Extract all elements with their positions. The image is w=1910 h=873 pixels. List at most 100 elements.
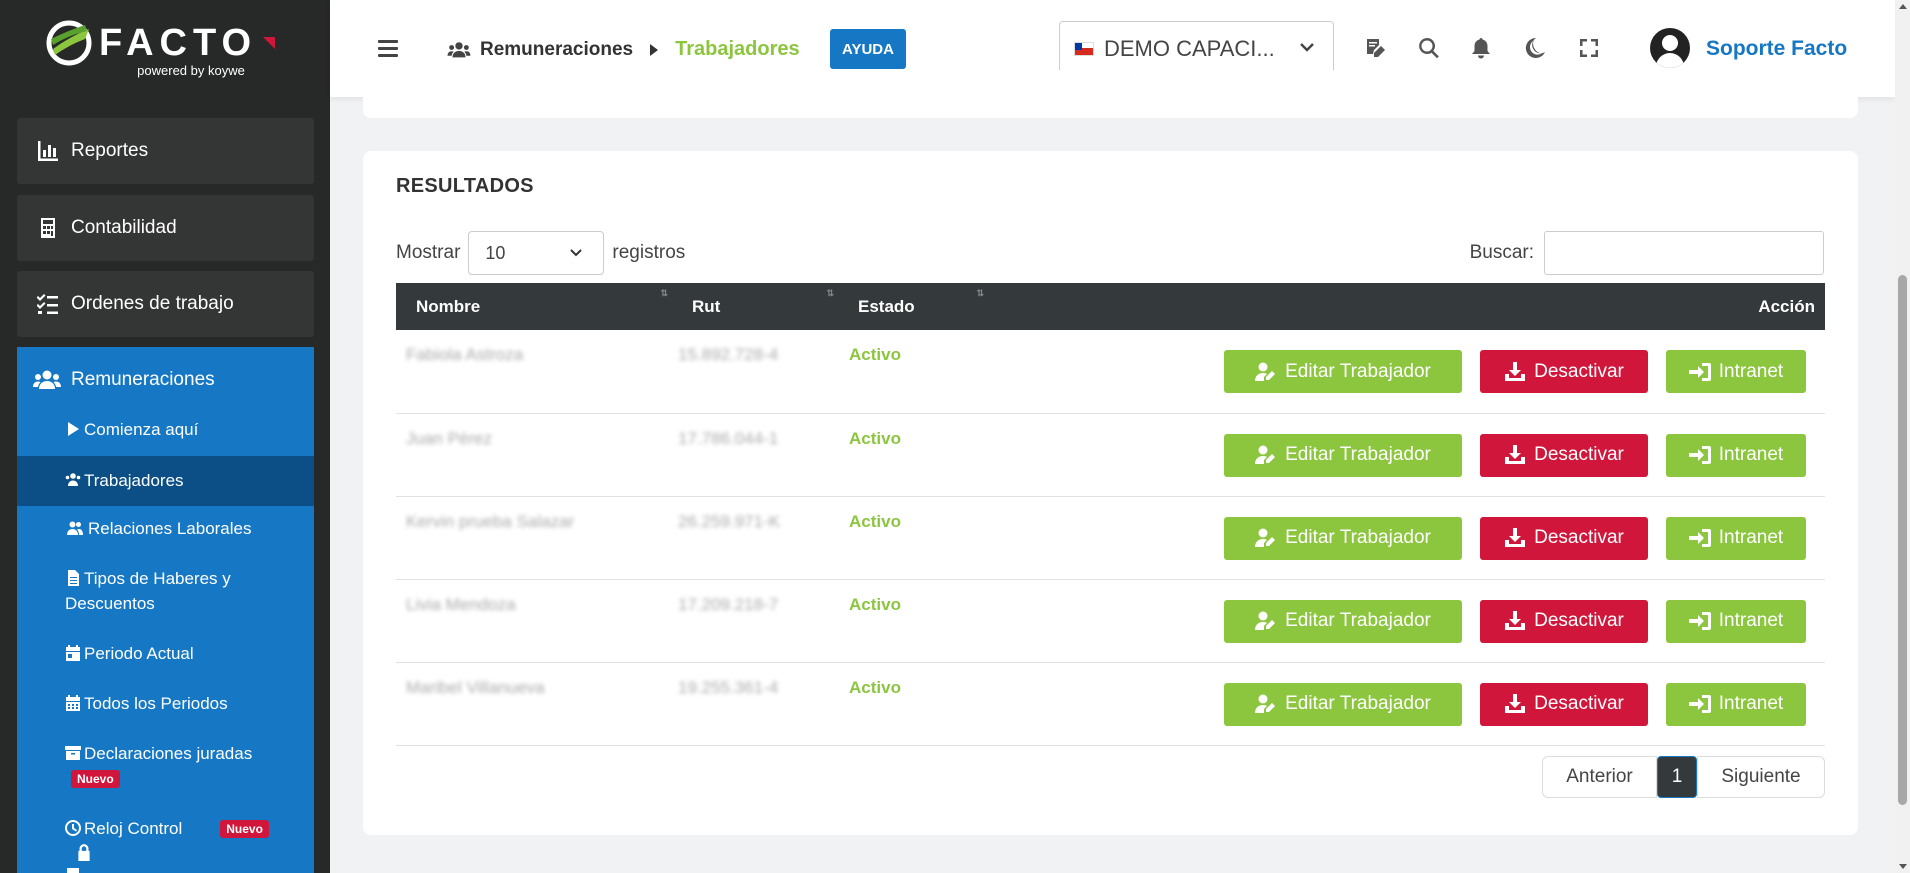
- bell-icon[interactable]: [1470, 37, 1492, 59]
- sidebar-subitem-more[interactable]: [17, 862, 314, 873]
- worker-name: Fabiola Astroza: [406, 345, 524, 364]
- sidebar-subitem-label: Comienza aquí: [84, 420, 199, 439]
- edit-worker-button[interactable]: Editar Trabajador: [1224, 599, 1462, 643]
- worker-name: Livia Mendoza: [406, 594, 516, 614]
- sidebar-subitem-label: Relaciones Laborales: [88, 519, 252, 538]
- avatar[interactable]: [1650, 28, 1690, 68]
- sidebar-subitem-relaciones[interactable]: Relaciones Laborales: [17, 516, 314, 541]
- edit-worker-button[interactable]: Editar Trabajador: [1224, 433, 1462, 477]
- intranet-button[interactable]: Intranet: [1666, 433, 1806, 477]
- deactivate-button[interactable]: Desactivar: [1480, 599, 1648, 643]
- pagination: Anterior 1 Siguiente: [1542, 756, 1825, 798]
- column-header-name[interactable]: Nombre ⇅: [396, 283, 672, 330]
- user-edit-icon: [1255, 445, 1276, 464]
- table-row: Kervin prueba Salazar 26.259.971-K Activo E…: [396, 496, 1825, 579]
- moon-icon[interactable]: [1524, 37, 1546, 59]
- sign-in-icon: [1688, 446, 1711, 464]
- worker-name: Kervin prueba Salazar: [406, 511, 575, 531]
- sidebar-subitem-periodo-actual[interactable]: Periodo Actual: [17, 641, 314, 666]
- company-select[interactable]: DEMO CAPACI...: [1059, 21, 1334, 77]
- edit-worker-button[interactable]: Editar Trabajador: [1224, 350, 1462, 393]
- sidebar-subitem-trabajadores[interactable]: Trabajadores: [17, 456, 314, 506]
- worker-status: Activo: [849, 511, 901, 531]
- worker-status: Activo: [849, 345, 901, 364]
- user-edit-icon: [1255, 362, 1276, 381]
- intranet-button[interactable]: Intranet: [1666, 599, 1806, 643]
- results-title: RESULTADOS: [396, 175, 534, 197]
- column-header-rut[interactable]: Rut ⇅: [672, 283, 838, 330]
- pagination-next-button[interactable]: Siguiente: [1697, 756, 1825, 798]
- sidebar-subitem-label: Periodo Actual: [84, 644, 194, 663]
- user-edit-icon: [1255, 694, 1276, 713]
- edit-document-icon[interactable]: [1365, 37, 1387, 59]
- deactivate-button[interactable]: Desactivar: [1480, 516, 1648, 560]
- button-label: Editar Trabajador: [1285, 693, 1431, 714]
- user-friends-icon: [67, 521, 83, 535]
- sidebar-item-label: Contabilidad: [71, 217, 177, 238]
- sidebar-subitem-reloj[interactable]: Reloj Control Nuevo: [17, 816, 314, 866]
- scroll-down-arrow[interactable]: [1899, 864, 1907, 869]
- sidebar-item-ordenes[interactable]: Ordenes de trabajo: [17, 271, 314, 337]
- edit-worker-button[interactable]: Editar Trabajador: [1224, 682, 1462, 726]
- search-input[interactable]: [1544, 231, 1824, 275]
- download-icon: [1505, 361, 1526, 381]
- logo-accent-icon: [263, 37, 276, 49]
- search-icon[interactable]: [1418, 37, 1440, 59]
- pagination-prev-button[interactable]: Anterior: [1542, 756, 1657, 798]
- column-header-action: Acción: [1758, 296, 1815, 316]
- powered-by: powered by koywe: [137, 63, 245, 78]
- sidebar-subitem-haberes[interactable]: Tipos de Haberes y Descuentos: [17, 566, 314, 616]
- help-button[interactable]: AYUDA: [830, 29, 906, 69]
- button-label: Desactivar: [1534, 444, 1624, 465]
- button-label: Desactivar: [1534, 610, 1624, 631]
- sidebar-subitem-declaraciones[interactable]: Declaraciones juradas Nuevo: [17, 741, 314, 791]
- sidebar-item-label: Ordenes de trabajo: [71, 293, 234, 314]
- company-name: DEMO CAPACI...: [1104, 36, 1275, 61]
- intranet-button[interactable]: Intranet: [1666, 350, 1806, 393]
- menu-toggle-icon[interactable]: [378, 40, 398, 58]
- edit-worker-button[interactable]: Editar Trabajador: [1224, 516, 1462, 560]
- table-row: Juan Pérez 17.786.044-1 Activo Editar Traba…: [396, 413, 1825, 496]
- filters-card: [363, 70, 1858, 118]
- sidebar-item-contabilidad[interactable]: Contabilidad: [17, 195, 314, 261]
- download-icon: [1505, 445, 1526, 464]
- facto-logo[interactable]: FACTO powered by koywe: [0, 0, 330, 97]
- sign-in-icon: [1688, 362, 1711, 381]
- intranet-button[interactable]: Intranet: [1666, 682, 1806, 726]
- breadcrumb-current: Trabajadores: [675, 38, 800, 60]
- page-scrollbar[interactable]: [1895, 0, 1910, 873]
- sort-icon: ⇅: [826, 288, 834, 298]
- deactivate-button[interactable]: Desactivar: [1480, 433, 1648, 477]
- brand-name: FACTO: [98, 21, 258, 64]
- sidebar-item-reportes[interactable]: Reportes: [17, 118, 314, 184]
- search-label: Buscar:: [1469, 242, 1534, 263]
- user-edit-icon: [1255, 528, 1276, 547]
- pagination-current-page[interactable]: 1: [1657, 756, 1697, 798]
- column-header-label: Rut: [692, 296, 721, 316]
- user-name[interactable]: Soporte Facto: [1706, 37, 1847, 61]
- sidebar: FACTO powered by koywe Reportes Contabil…: [0, 0, 330, 873]
- sign-in-icon: [1688, 612, 1711, 630]
- sidebar-item-remuneraciones[interactable]: Remuneraciones: [17, 347, 314, 413]
- scrollbar-thumb[interactable]: [1898, 275, 1907, 805]
- records-label: registros: [612, 242, 686, 263]
- deactivate-button[interactable]: Desactivar: [1480, 682, 1648, 726]
- table-row: Fabiola Astroza 15.892.728-4 Activo Editar …: [396, 330, 1825, 413]
- calendar-icon: [66, 695, 80, 711]
- page-length-select[interactable]: 10: [468, 231, 605, 275]
- column-header-state[interactable]: Estado ⇅: [838, 283, 988, 330]
- users-icon: [33, 370, 61, 389]
- row-actions: Editar Trabajador Desactivar Intranet: [988, 496, 1825, 579]
- sidebar-subitem-comienza[interactable]: Comienza aquí: [17, 417, 314, 442]
- button-label: Editar Trabajador: [1285, 360, 1431, 382]
- fullscreen-icon[interactable]: [1578, 37, 1600, 59]
- breadcrumb-parent[interactable]: Remuneraciones: [480, 39, 633, 61]
- button-label: Intranet: [1718, 693, 1784, 714]
- scroll-up-arrow[interactable]: [1899, 4, 1907, 9]
- table-search: Buscar:: [1470, 231, 1824, 275]
- lock-icon: [78, 844, 90, 861]
- intranet-button[interactable]: Intranet: [1666, 516, 1806, 560]
- sidebar-subitem-todos-periodos[interactable]: Todos los Periodos: [17, 691, 314, 716]
- worker-rut: 26.259.971-K: [678, 511, 781, 531]
- deactivate-button[interactable]: Desactivar: [1480, 350, 1648, 393]
